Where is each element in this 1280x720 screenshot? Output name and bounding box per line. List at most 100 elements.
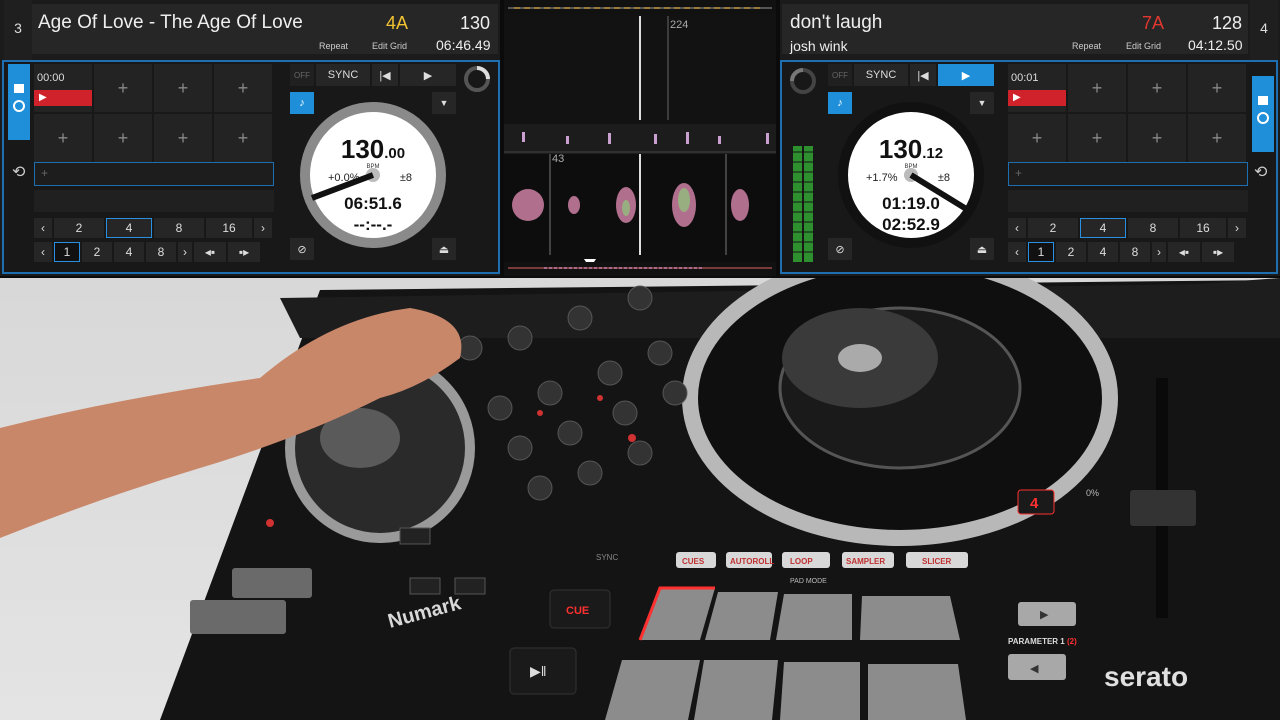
beatjump-2[interactable]: 2 xyxy=(82,242,112,262)
hot-cue-5[interactable]: + xyxy=(1008,114,1066,162)
eject-icon[interactable]: ⏏ xyxy=(432,238,456,260)
sync-off-button[interactable]: OFF xyxy=(290,64,314,86)
loop-slot-2[interactable] xyxy=(1008,190,1248,212)
loop-size-4[interactable]: 4 xyxy=(106,218,152,238)
pad-mode-sampler[interactable]: SAMPLER xyxy=(846,557,885,566)
beatjump-4[interactable]: 4 xyxy=(1088,242,1118,262)
play-button[interactable]: ▶ xyxy=(400,64,456,86)
chevron-left-icon[interactable]: ‹ xyxy=(1008,218,1026,238)
deck-controls: OFF SYNC |◀ ▶ ♪ ▼ 130.12 BPM +1.7% ±8 01… xyxy=(780,60,1278,274)
pad-mode-slicer[interactable]: SLICER xyxy=(922,557,952,566)
track-title: Age Of Love - The Age Of Love xyxy=(38,12,303,33)
play-pause-icon[interactable]: ▶‖ xyxy=(530,663,547,679)
loop-slot-2[interactable] xyxy=(34,190,274,212)
chevron-right-icon[interactable]: › xyxy=(178,242,192,262)
hot-cue-6[interactable]: + xyxy=(1068,114,1126,162)
hot-cue-1[interactable]: 00:00 ▶ xyxy=(34,64,92,112)
chevron-right-icon[interactable]: › xyxy=(1228,218,1246,238)
loop-size-16[interactable]: 16 xyxy=(206,218,252,238)
serato-logo: serato xyxy=(1104,661,1188,692)
music-note-icon[interactable]: ♪ xyxy=(828,92,852,114)
pad-mode-loop[interactable]: LOOP xyxy=(790,557,813,566)
hot-cue-3[interactable]: + xyxy=(1128,64,1186,112)
hot-cue-1[interactable]: 00:01 ▶ xyxy=(1008,64,1066,112)
loop-slot-1[interactable]: + xyxy=(34,162,274,186)
jump-back-icon[interactable]: ◂▪ xyxy=(1168,242,1200,262)
filter-dropdown-icon[interactable]: ▼ xyxy=(970,92,994,114)
hot-cue-4[interactable]: + xyxy=(214,64,272,112)
loop-roll-icon[interactable]: ⟲ xyxy=(1254,162,1267,182)
loop-slot-1[interactable]: + xyxy=(1008,162,1248,186)
cue-pad-grid: 00:01 ▶ + + + + + + + xyxy=(1008,64,1246,162)
loop-size-2[interactable]: 2 xyxy=(1028,218,1078,238)
platter-needle xyxy=(310,168,380,201)
chevron-left-icon[interactable]: ‹ xyxy=(34,218,52,238)
sync-off-button[interactable]: OFF xyxy=(828,64,852,86)
jump-back-icon[interactable]: ◂▪ xyxy=(194,242,226,262)
time-remaining: 06:46.49 xyxy=(436,37,491,53)
sync-button[interactable]: SYNC xyxy=(854,64,908,86)
track-key: 7A xyxy=(1142,13,1165,33)
beatjump-4[interactable]: 4 xyxy=(114,242,144,262)
deck-toggle-tab[interactable] xyxy=(8,64,30,140)
hot-cue-6[interactable]: + xyxy=(94,114,152,162)
repeat-button[interactable]: Repeat xyxy=(1072,41,1101,51)
beatjump-row: ‹ 1 2 4 8 › ◂▪ ▪▸ xyxy=(1008,242,1234,262)
hot-cue-3[interactable]: + xyxy=(154,64,212,112)
play-button[interactable]: ▶ xyxy=(938,64,994,86)
chevron-right-icon[interactable]: › xyxy=(1152,242,1166,262)
virtual-platter[interactable]: 130.00 BPM +0.0% ±8 06:51.6 --:--.- xyxy=(300,102,446,248)
beat-marker-bottom: 43 xyxy=(552,153,564,165)
hot-cue-5[interactable]: + xyxy=(34,114,92,162)
deck-number: 3 xyxy=(4,0,32,60)
hot-cue-7[interactable]: + xyxy=(154,114,212,162)
edit-grid-button[interactable]: Edit Grid xyxy=(372,41,407,51)
slip-icon[interactable]: ⊘ xyxy=(828,238,852,260)
beatjump-8[interactable]: 8 xyxy=(1120,242,1150,262)
sync-loop-icon xyxy=(13,84,25,112)
hot-cue-2[interactable]: + xyxy=(94,64,152,112)
music-note-icon[interactable]: ♪ xyxy=(290,92,314,114)
pitch-fader[interactable] xyxy=(1130,490,1196,526)
beatjump-8[interactable]: 8 xyxy=(146,242,176,262)
beatjump-1[interactable]: 1 xyxy=(54,242,80,262)
loop-roll-icon[interactable]: ⟲ xyxy=(12,162,25,182)
cue-hardware-button[interactable]: CUE xyxy=(566,605,589,617)
repeat-button[interactable]: Repeat xyxy=(319,41,348,51)
loop-size-16[interactable]: 16 xyxy=(1180,218,1226,238)
slip-icon[interactable]: ⊘ xyxy=(290,238,314,260)
skip-back-icon[interactable]: |◀ xyxy=(910,64,936,86)
edit-grid-button[interactable]: Edit Grid xyxy=(1126,41,1161,51)
beatjump-2[interactable]: 2 xyxy=(1056,242,1086,262)
beatjump-1[interactable]: 1 xyxy=(1028,242,1054,262)
hot-cue-4[interactable]: + xyxy=(1188,64,1246,112)
loop-size-2[interactable]: 2 xyxy=(54,218,104,238)
pad-mode-cues[interactable]: CUES xyxy=(682,557,705,566)
virtual-platter[interactable]: 130.12 BPM +1.7% ±8 01:19.0 02:52.9 xyxy=(838,102,984,248)
loop-size-4[interactable]: 4 xyxy=(1080,218,1126,238)
hot-cue-7[interactable]: + xyxy=(1128,114,1186,162)
hot-cue-8[interactable]: + xyxy=(1188,114,1246,162)
track-info: Age Of Love - The Age Of Love 4A 130 Rep… xyxy=(32,4,498,54)
loop-size-8[interactable]: 8 xyxy=(154,218,204,238)
filter-dropdown-icon[interactable]: ▼ xyxy=(432,92,456,114)
loop-size-8[interactable]: 8 xyxy=(1128,218,1178,238)
eject-icon[interactable]: ⏏ xyxy=(970,238,994,260)
skip-back-icon[interactable]: |◀ xyxy=(372,64,398,86)
channel-level-meter xyxy=(792,146,814,262)
chevron-left-icon[interactable]: ‹ xyxy=(1008,242,1026,262)
pad-mode-caption: PAD MODE xyxy=(790,578,827,585)
jump-forward-icon[interactable]: ▪▸ xyxy=(1202,242,1234,262)
deck-controls: ⟲ 00:00 ▶ + + + + + + + + ‹ 2 4 8 16 › ‹… xyxy=(2,60,500,274)
track-key: 4A xyxy=(386,13,409,33)
pad-mode-autoroll[interactable]: AUTOROLL xyxy=(730,557,774,566)
hot-cue-2[interactable]: + xyxy=(1068,64,1126,112)
deck-toggle-tab[interactable] xyxy=(1252,76,1274,152)
sync-button[interactable]: SYNC xyxy=(316,64,370,86)
auto-loop-row: ‹ 2 4 8 16 › xyxy=(34,218,272,238)
jump-forward-icon[interactable]: ▪▸ xyxy=(228,242,260,262)
waveform-display[interactable]: 224 43 xyxy=(504,0,776,276)
chevron-left-icon[interactable]: ‹ xyxy=(34,242,52,262)
hot-cue-8[interactable]: + xyxy=(214,114,272,162)
chevron-right-icon[interactable]: › xyxy=(254,218,272,238)
